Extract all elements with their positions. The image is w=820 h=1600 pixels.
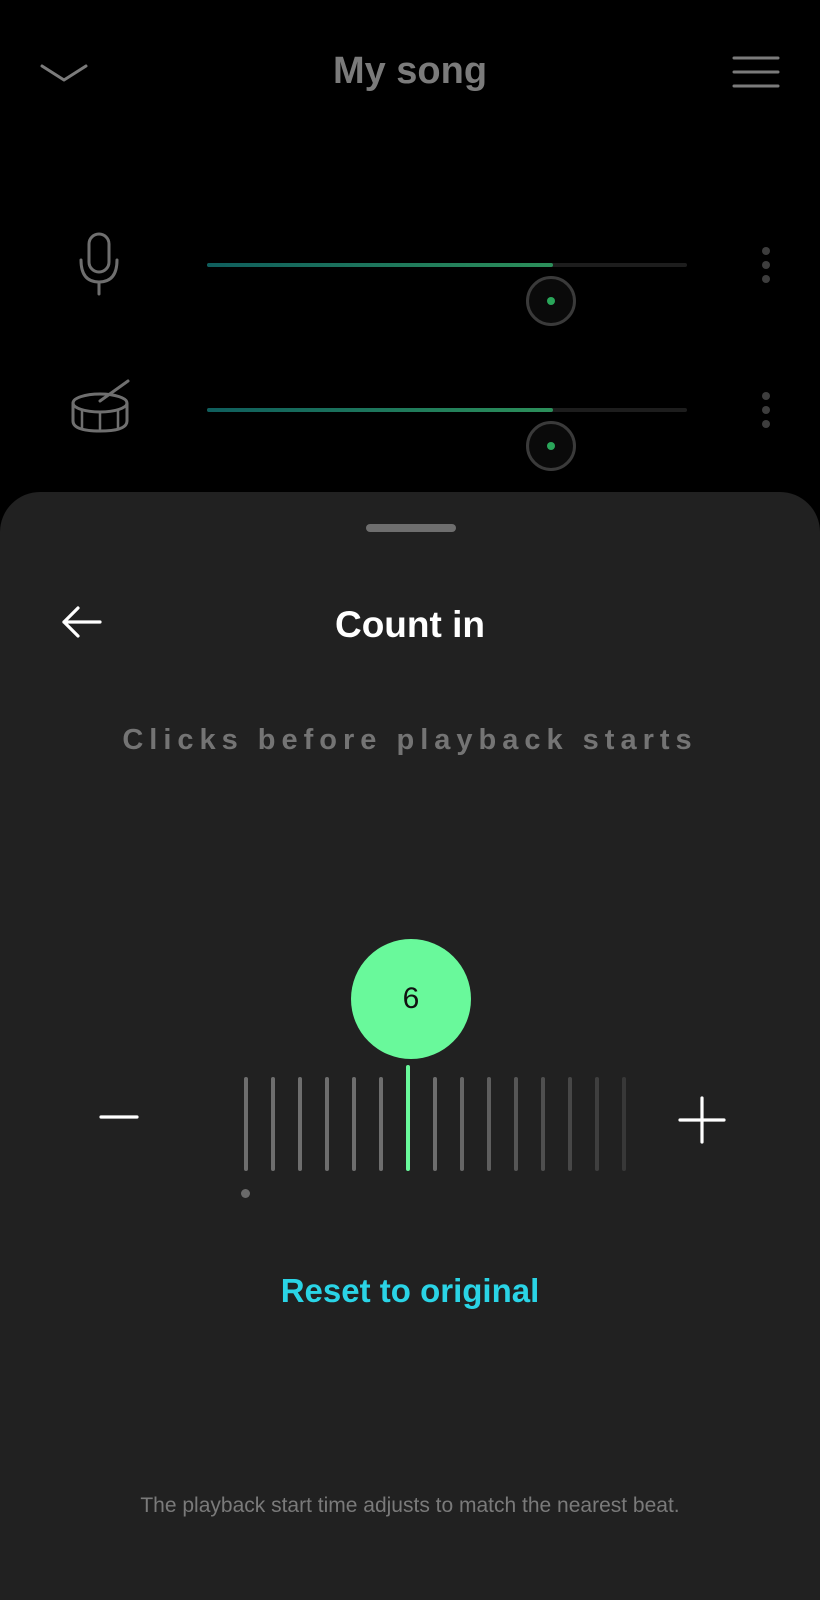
track-options-button[interactable] <box>752 388 780 432</box>
count-in-sheet: Count in Clicks before playback starts 6… <box>0 492 820 1600</box>
minus-icon <box>99 1115 139 1119</box>
ruler-tick <box>514 1077 518 1171</box>
track-icon-wrapper <box>60 375 140 445</box>
reset-to-original-button[interactable]: Reset to original <box>0 1272 820 1310</box>
ruler-origin-dot <box>241 1189 250 1198</box>
decrease-button[interactable] <box>94 1092 144 1142</box>
kebab-dot <box>762 261 770 269</box>
track-row-drums <box>0 370 820 471</box>
count-in-ruler[interactable] <box>236 1065 636 1198</box>
menu-button[interactable] <box>730 52 782 92</box>
slider-fill <box>207 263 553 267</box>
sheet-subtitle: Clicks before playback starts <box>122 724 698 756</box>
ruler-tick <box>244 1077 248 1171</box>
slider-thumb[interactable] <box>525 276 576 326</box>
ruler-tick-selected <box>406 1065 410 1171</box>
kebab-dot <box>762 406 770 414</box>
kebab-dot <box>762 420 770 428</box>
microphone-icon <box>79 232 119 296</box>
ruler-tick <box>298 1077 302 1171</box>
ruler-tick <box>460 1077 464 1171</box>
sheet-drag-handle[interactable] <box>366 524 456 532</box>
ruler-tick <box>568 1077 572 1171</box>
volume-slider-drums[interactable] <box>207 408 687 471</box>
ruler-tick <box>271 1077 275 1171</box>
slider-fill <box>207 408 553 412</box>
ruler-tick <box>352 1077 356 1171</box>
track-row-vocals <box>0 225 820 326</box>
ruler-tick <box>622 1077 626 1171</box>
kebab-dot <box>762 275 770 283</box>
kebab-dot <box>762 247 770 255</box>
song-title: My song <box>332 50 488 92</box>
plus-icon <box>678 1096 726 1144</box>
slider-thumb[interactable] <box>525 421 576 471</box>
volume-slider-vocals[interactable] <box>207 263 687 326</box>
hamburger-menu-icon <box>732 56 780 88</box>
track-icon-wrapper <box>60 230 140 300</box>
ruler-tick <box>487 1077 491 1171</box>
drum-icon <box>71 379 130 433</box>
ruler-tick <box>595 1077 599 1171</box>
ruler-tick <box>325 1077 329 1171</box>
top-bar: My song <box>0 0 820 150</box>
sheet-title: Count in <box>334 604 485 645</box>
track-options-button[interactable] <box>752 243 780 287</box>
ruler-tick <box>541 1077 545 1171</box>
count-in-value: 6 <box>351 939 471 1059</box>
ruler-tick <box>379 1077 383 1171</box>
increase-button[interactable] <box>674 1092 730 1148</box>
app-screen: My song Count in Clicks before playback … <box>0 0 820 1600</box>
ruler-tick <box>433 1077 437 1171</box>
kebab-dot <box>762 392 770 400</box>
footnote-text: The playback start time adjusts to match… <box>140 1494 680 1517</box>
